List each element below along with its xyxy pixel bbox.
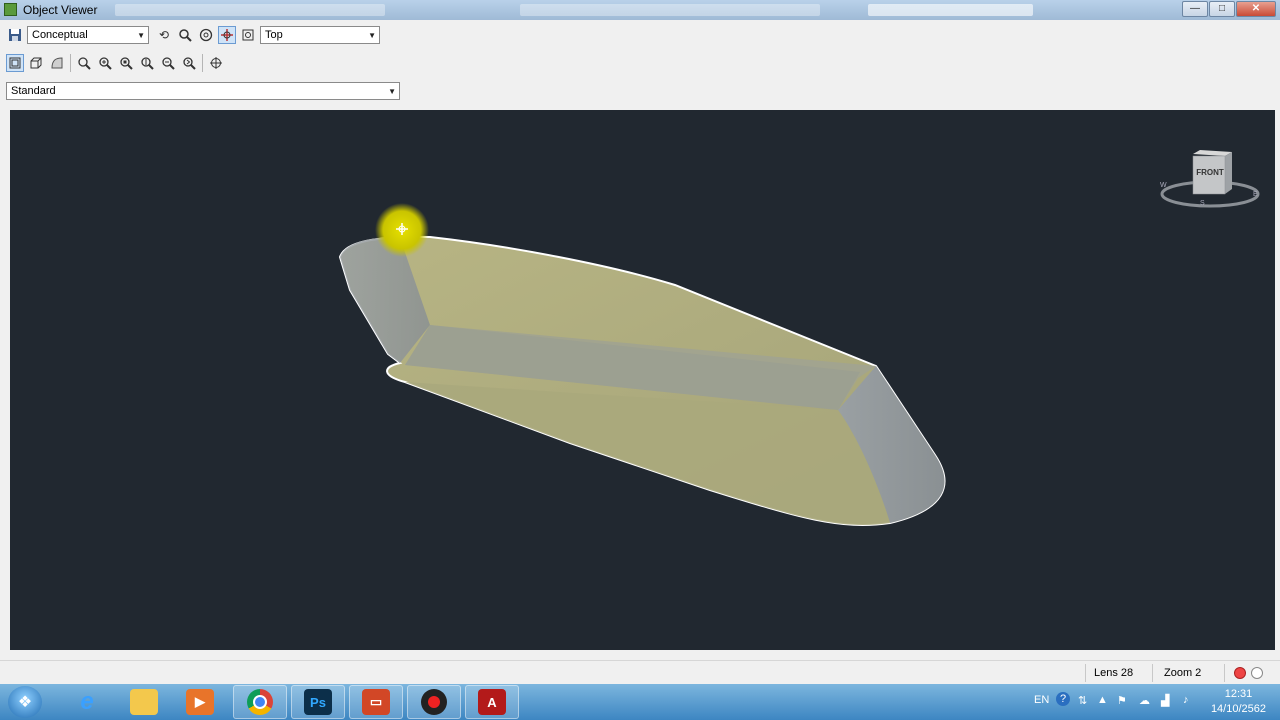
named-view-value: Standard xyxy=(11,85,56,97)
volume-icon[interactable]: ♪ xyxy=(1183,694,1189,706)
media-player-icon: ▶ xyxy=(186,689,214,715)
zoom-readout: Zoom 2 xyxy=(1164,667,1202,679)
box-icon[interactable] xyxy=(27,54,45,72)
title-bar: Object Viewer — □ ✕ xyxy=(0,0,1280,20)
steering-wheel-icon[interactable] xyxy=(197,26,215,44)
chevron-down-icon: ▼ xyxy=(388,86,396,96)
presentation-icon: ▭ xyxy=(362,689,390,715)
start-button[interactable]: ❖ xyxy=(8,686,42,718)
clock[interactable]: 12:31 14/10/2562 xyxy=(1211,687,1266,717)
taskbar-autocad[interactable]: A xyxy=(465,685,519,719)
toolbar-separator xyxy=(202,54,203,72)
compass-south-label: S xyxy=(1200,200,1205,207)
window-title: Object Viewer xyxy=(23,3,98,17)
status-bar: Lens 28 Zoom 2 xyxy=(0,660,1280,685)
background-window-ghost xyxy=(520,4,820,16)
status-divider xyxy=(1152,664,1153,682)
internet-explorer-icon: e xyxy=(80,688,94,715)
zoom-realtime-icon[interactable] xyxy=(138,54,156,72)
viewcube-top-face xyxy=(1193,150,1232,156)
zoom-out-icon[interactable] xyxy=(159,54,177,72)
zoom-previous-icon[interactable] xyxy=(180,54,198,72)
signal-icon[interactable]: ▟ xyxy=(1161,694,1169,707)
viewcube xyxy=(1160,150,1260,208)
viewcube-side-face xyxy=(1225,152,1232,194)
view-value: Top xyxy=(265,29,283,41)
status-divider xyxy=(1224,664,1225,682)
taskbar-internet-explorer[interactable]: e xyxy=(60,685,114,719)
status-divider xyxy=(1085,664,1086,682)
language-indicator[interactable]: EN xyxy=(1034,694,1049,706)
windows-logo-icon: ❖ xyxy=(17,694,33,711)
chrome-icon xyxy=(247,689,273,715)
named-view-select[interactable]: Standard ▼ xyxy=(6,82,400,100)
wireframe-icon[interactable] xyxy=(6,54,24,72)
clock-date: 14/10/2562 xyxy=(1210,703,1266,715)
taskbar-chrome[interactable] xyxy=(233,685,287,719)
taskbar-photoshop[interactable]: Ps xyxy=(291,685,345,719)
cloud-icon[interactable]: ☁ xyxy=(1139,694,1150,707)
lens-readout: Lens 28 xyxy=(1094,667,1134,679)
zoom-extents-icon[interactable] xyxy=(117,54,135,72)
visual-style-select[interactable]: Conceptual ▼ xyxy=(27,26,149,44)
shade-icon[interactable] xyxy=(48,54,66,72)
3d-viewport[interactable]: FRONT W S E xyxy=(10,110,1275,650)
maximize-button[interactable]: □ xyxy=(1209,1,1235,17)
model-canvas xyxy=(338,150,1260,526)
view-options-icon[interactable] xyxy=(239,26,257,44)
tray-network-sync-icon[interactable]: ⇅ xyxy=(1078,694,1087,707)
save-icon[interactable] xyxy=(6,26,24,44)
close-button[interactable]: ✕ xyxy=(1236,1,1276,17)
help-icon[interactable]: ? xyxy=(1056,692,1070,706)
zoom-window-icon[interactable] xyxy=(75,54,93,72)
background-window-ghost xyxy=(115,4,385,16)
taskbar-media-player[interactable]: ▶ xyxy=(173,685,227,719)
minimize-button[interactable]: — xyxy=(1182,1,1208,17)
clock-time: 12:31 xyxy=(1224,688,1253,700)
recorder-icon xyxy=(421,689,447,715)
stop-icon[interactable] xyxy=(1234,667,1246,679)
taskbar: ❖ e ▶ Ps ▭ A EN ? ⇅ ▲ ⚑ ☁ ▟ ♪ 12:31 14/1… xyxy=(0,684,1280,720)
autocad-icon: A xyxy=(478,689,506,715)
app-icon xyxy=(4,3,17,16)
background-window-ghost xyxy=(868,4,1033,16)
compass-east-label: E xyxy=(1253,191,1258,198)
viewcube-front-label[interactable]: FRONT xyxy=(1195,168,1225,177)
compass-west-label: W xyxy=(1160,182,1167,189)
toolbar-separator xyxy=(70,54,71,72)
zoom-icon[interactable] xyxy=(176,26,194,44)
toolbar-area: Conceptual ▼ ⟲ Top ▼ Standard ▼ xyxy=(0,20,1280,109)
taskbar-presentation[interactable]: ▭ xyxy=(349,685,403,719)
orbit-icon[interactable]: ⟲ xyxy=(155,26,173,44)
show-hidden-icons-icon[interactable]: ▲ xyxy=(1097,694,1108,706)
chevron-down-icon: ▼ xyxy=(137,30,145,40)
target-icon[interactable] xyxy=(207,54,225,72)
visual-style-value: Conceptual xyxy=(32,29,88,41)
taskbar-file-explorer[interactable] xyxy=(117,685,171,719)
zoom-in-icon[interactable] xyxy=(96,54,114,72)
view-select[interactable]: Top ▼ xyxy=(260,26,380,44)
pan-icon[interactable] xyxy=(218,26,236,44)
chevron-down-icon: ▼ xyxy=(368,30,376,40)
action-center-icon[interactable]: ⚑ xyxy=(1117,694,1127,707)
photoshop-icon: Ps xyxy=(304,689,332,715)
status-circle-icon[interactable] xyxy=(1251,667,1263,679)
taskbar-recorder[interactable] xyxy=(407,685,461,719)
folder-icon xyxy=(130,689,158,715)
